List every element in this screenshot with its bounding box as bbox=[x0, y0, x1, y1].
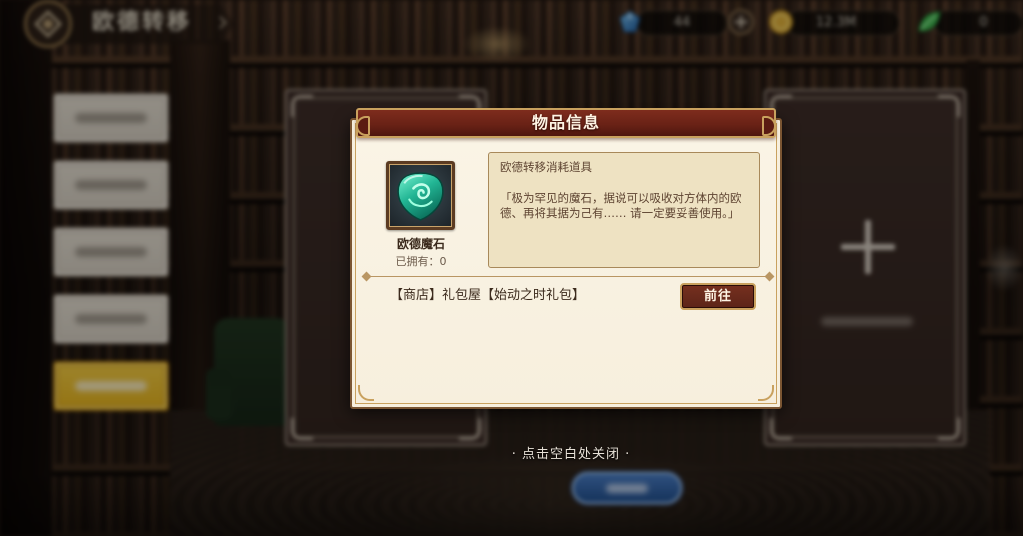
item-info-dialog: 物品信息 欧德魔石 已拥有：0 欧德转移消耗道具 「极为罕见的魔石，据说可以吸收… bbox=[348, 106, 784, 411]
item-description-box: 欧德转移消耗道具 「极为罕见的魔石，据说可以吸收对方体内的欧 德、再将其据为己有… bbox=[488, 152, 760, 268]
corner-ornament bbox=[758, 385, 774, 401]
flavor-line: 「极为罕见的魔石，据说可以吸收对方体内的欧 bbox=[500, 191, 742, 205]
dialog-title: 物品信息 bbox=[531, 113, 600, 132]
divider bbox=[366, 276, 770, 277]
item-name: 欧德魔石 bbox=[396, 237, 445, 251]
item-icon-frame bbox=[386, 161, 455, 230]
corner-ornament bbox=[358, 385, 374, 401]
item-category: 欧德转移消耗道具 bbox=[500, 160, 592, 174]
close-hint: · 点击空白处关闭 · bbox=[511, 447, 631, 462]
item-owned-count: 已拥有：0 bbox=[395, 255, 447, 268]
go-to-source-button[interactable]: 前往 bbox=[680, 283, 756, 310]
item-flavor-text: 「极为罕见的魔石，据说可以吸收对方体内的欧 德、再将其据为己有…… 请一定要妥善… bbox=[500, 191, 748, 221]
item-source-text: 【商店】礼包屋【始动之时礼包】 bbox=[390, 288, 586, 303]
game-screen: 欧德转移 44 12.3M 0 · 点击空白处关闭 · 物品信息 欧德魔石 已拥… bbox=[0, 0, 1023, 536]
flavor-line: 德、再将其据为己有…… 请一定要妥善使用。」 bbox=[500, 206, 740, 220]
green-magic-stone-icon bbox=[397, 172, 444, 221]
